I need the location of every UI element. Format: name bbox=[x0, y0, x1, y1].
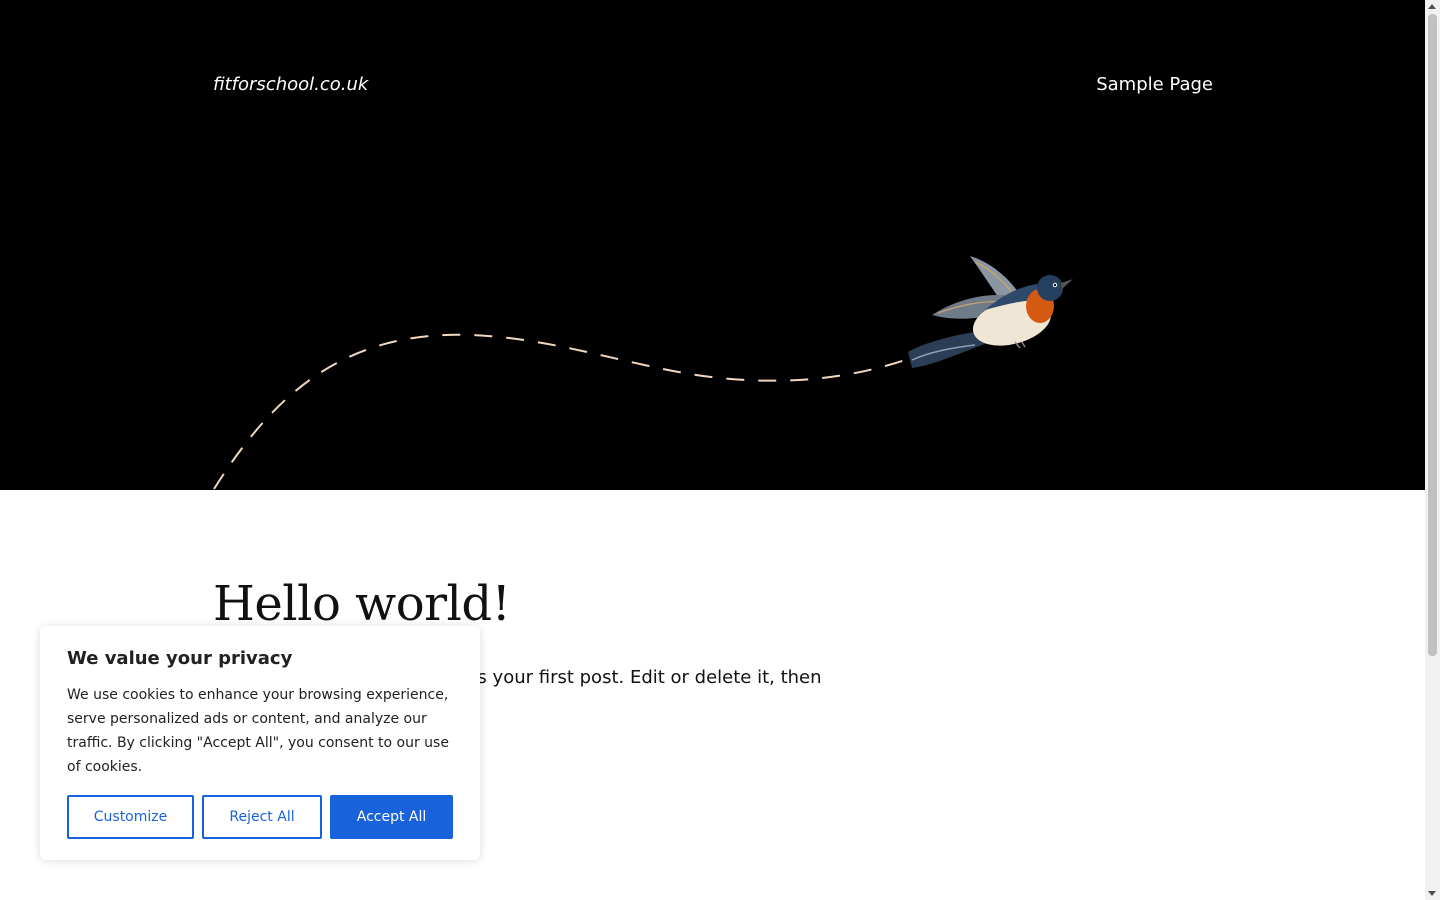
bird-icon bbox=[908, 256, 1073, 368]
post-title[interactable]: Hello world! bbox=[213, 576, 511, 632]
scroll-down-icon[interactable] bbox=[1428, 891, 1436, 896]
cookie-description: We use cookies to enhance your browsing … bbox=[67, 687, 449, 775]
cookie-consent-banner: We value your privacy We use cookies to … bbox=[40, 626, 480, 860]
scroll-up-icon[interactable] bbox=[1428, 4, 1436, 9]
accept-all-button[interactable]: Accept All bbox=[330, 795, 453, 839]
dashed-flight-path bbox=[213, 333, 906, 490]
hero-illustration bbox=[213, 256, 1073, 490]
scroll-thumb[interactable] bbox=[1428, 14, 1437, 656]
reject-all-button[interactable]: Reject All bbox=[202, 795, 322, 839]
vertical-scrollbar[interactable] bbox=[1425, 0, 1440, 900]
page: fitforschool.co.uk Sample Page Hello wor… bbox=[0, 0, 1425, 900]
cookie-title: We value your privacy bbox=[67, 648, 293, 669]
cookie-button-group: Customize Reject All Accept All bbox=[67, 795, 453, 839]
customize-button[interactable]: Customize bbox=[67, 795, 194, 839]
hero-header: fitforschool.co.uk Sample Page bbox=[0, 0, 1425, 490]
